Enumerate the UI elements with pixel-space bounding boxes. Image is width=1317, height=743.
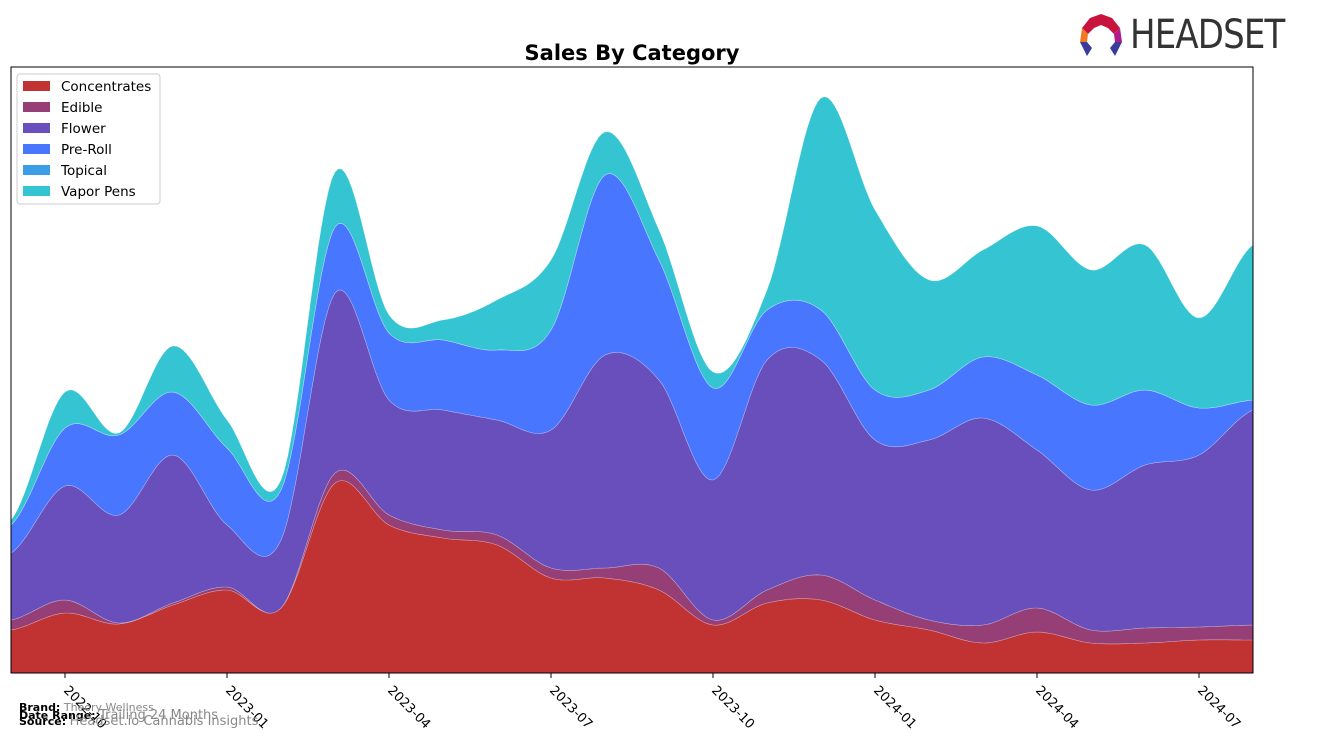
legend-label-edible: Edible (61, 100, 102, 116)
x-tick-label: 2023-07 (546, 683, 595, 732)
sales-by-category-chart: Sales By Category 2022-10 2023-01 2023-04 2… (10, 41, 1254, 732)
legend-swatch-vapor-pens (23, 186, 50, 196)
headset-logo: HEADSET (1078, 12, 1312, 58)
footer-source: Source: Headset.io Cannabis Insights (19, 714, 259, 729)
source-label: Source: (19, 715, 67, 728)
legend-swatch-concentrates (23, 81, 50, 91)
headset-logo-icon (1080, 14, 1122, 56)
x-tick-label: 2024-04 (1032, 683, 1081, 732)
legend-label-flower: Flower (61, 121, 106, 137)
legend-label-pre-roll: Pre-Roll (61, 142, 112, 158)
x-tick-label: 2023-04 (384, 683, 433, 732)
legend-label-concentrates: Concentrates (61, 79, 151, 95)
x-tick-label: 2024-07 (1194, 683, 1243, 732)
legend-swatch-edible (23, 102, 50, 112)
x-tick-label: 2024-01 (870, 683, 919, 732)
legend-label-topical: Topical (60, 163, 107, 179)
x-tick-label: 2023-10 (708, 683, 757, 732)
source-value: Headset.io Cannabis Insights (69, 714, 259, 729)
legend: Concentrates Edible Flower Pre-Roll Topical V… (16, 73, 161, 205)
logo-text: HEADSET (1130, 12, 1285, 58)
stacked-areas (10, 96, 1254, 674)
legend-swatch-topical (23, 165, 50, 175)
legend-label-vapor-pens: Vapor Pens (61, 184, 136, 200)
legend-swatch-flower (23, 123, 50, 133)
chart-title: Sales By Category (525, 41, 740, 65)
legend-swatch-pre-roll (23, 144, 50, 154)
